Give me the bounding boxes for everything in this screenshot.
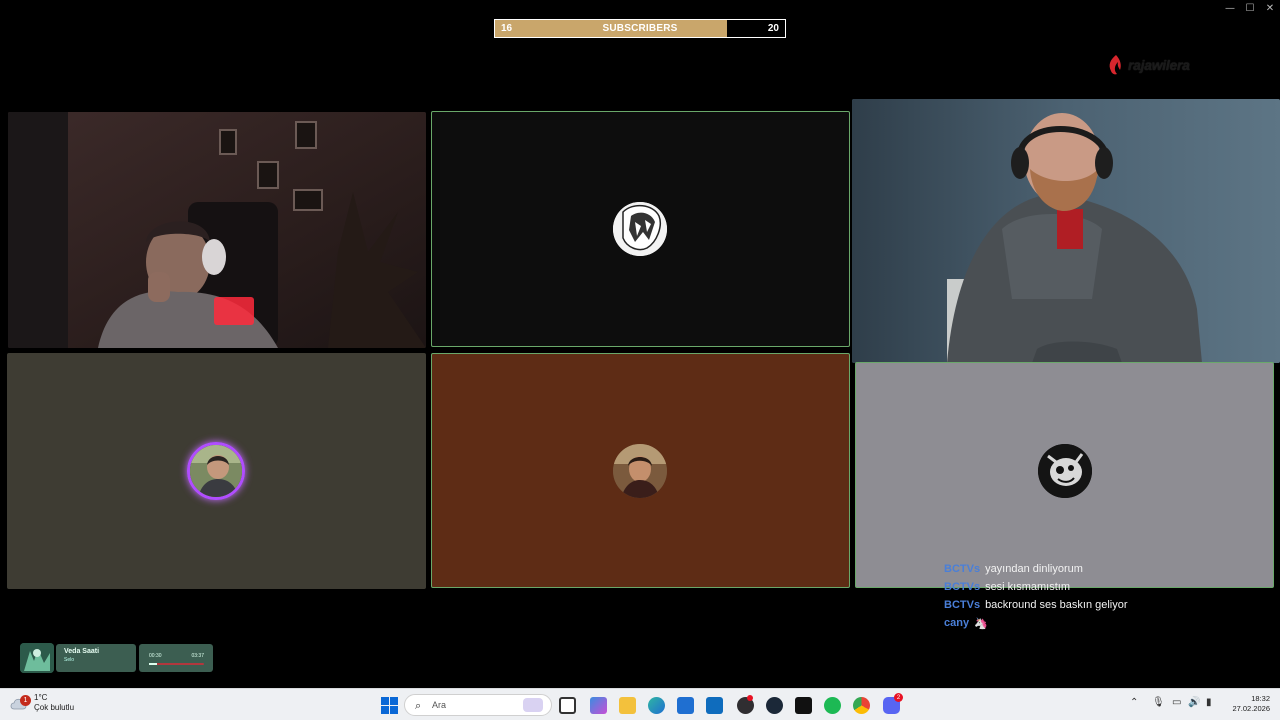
- maximize-button[interactable]: ☐: [1240, 0, 1260, 16]
- track-progress-fill: [149, 663, 157, 665]
- track-duration: 03:37: [191, 653, 204, 659]
- copilot-icon[interactable]: [590, 697, 607, 714]
- track-progress-bar: [149, 663, 204, 665]
- subscriber-goal-target: 20: [767, 23, 779, 34]
- participant-tile-3[interactable]: [852, 99, 1280, 363]
- anime-avatar-icon: [613, 202, 667, 256]
- start-button[interactable]: [381, 697, 398, 714]
- search-placeholder: Ara: [432, 700, 447, 710]
- chat-message: BCTVs backround ses baskın geliyor: [944, 596, 1244, 614]
- spotify-icon[interactable]: [824, 697, 841, 714]
- weather-desc: Çok bulutlu: [34, 703, 75, 712]
- track-title: Veda Saati: [64, 648, 100, 655]
- volume-icon[interactable]: 🔊: [1188, 697, 1200, 708]
- weather-temp: 1°C: [34, 693, 48, 702]
- participant-tile-5[interactable]: [431, 353, 850, 588]
- track-info-card: Veda Saati Selo: [56, 644, 136, 672]
- chat-message: BCTVs sesi kısmamıstım: [944, 578, 1244, 596]
- weather-badge: 1: [20, 695, 31, 706]
- track-progress-card: 00:30 03:37: [139, 644, 213, 672]
- weather-widget[interactable]: 1 1°C Çok bulutlu: [10, 693, 74, 713]
- obs-live-dot: [747, 695, 753, 701]
- taskbar: 1 1°C Çok bulutlu ⌕ Ara 2 ⌃ 🎙 ▭ 🔊 ▮ 18:3…: [0, 688, 1280, 720]
- camera-feed-1: [8, 112, 426, 348]
- network-icon[interactable]: ▭: [1172, 697, 1181, 708]
- chat-username: cany: [944, 617, 970, 629]
- user-avatar-icon: [613, 444, 667, 498]
- steam-icon[interactable]: [766, 697, 783, 714]
- clock-time: 18:32: [1251, 694, 1270, 703]
- chat-message-text: backround ses baskın geliyor: [985, 599, 1128, 611]
- close-button[interactable]: ✕: [1260, 0, 1280, 16]
- outlook-icon[interactable]: [706, 697, 723, 714]
- subscriber-goal-bar: 16 SUBSCRIBERS 20: [494, 19, 786, 38]
- logo-flame-icon: [1109, 55, 1121, 75]
- minimize-button[interactable]: —: [1220, 0, 1240, 16]
- channel-logo: rajawilera: [1106, 52, 1226, 78]
- user-avatar-icon: [190, 445, 242, 497]
- chat-username: BCTVs: [944, 599, 981, 611]
- discord-badge: 2: [894, 693, 903, 702]
- window-controls: — ☐ ✕: [1220, 0, 1280, 16]
- participant-tile-4[interactable]: [7, 353, 426, 589]
- clock[interactable]: 18:32 27.02.2026: [1232, 694, 1270, 714]
- subscriber-goal-label: SUBSCRIBERS: [602, 23, 678, 34]
- chat-message: cany 🦄: [944, 614, 1244, 632]
- chat-message-text: sesi kısmamıstım: [985, 581, 1071, 593]
- camera-feed-3: [852, 99, 1280, 363]
- clock-date: 27.02.2026: [1232, 704, 1270, 713]
- chat-username: BCTVs: [944, 581, 981, 593]
- search-box[interactable]: ⌕ Ara: [404, 694, 552, 716]
- track-artist: Selo: [64, 657, 75, 663]
- task-view-icon[interactable]: [559, 697, 576, 714]
- chat-message-text: yayından dinliyorum: [985, 563, 1083, 575]
- search-icon: ⌕: [415, 699, 422, 712]
- battery-icon[interactable]: ▮: [1206, 697, 1212, 708]
- store-icon[interactable]: [677, 697, 694, 714]
- chat-message-text: 🦄: [974, 617, 988, 630]
- participant-tile-6[interactable]: [855, 362, 1274, 588]
- file-explorer-icon[interactable]: [619, 697, 636, 714]
- chat-username: BCTVs: [944, 563, 981, 575]
- chrome-icon[interactable]: [853, 697, 870, 714]
- edge-icon[interactable]: [648, 697, 665, 714]
- logo-text: rajawilera: [1128, 57, 1190, 73]
- participant-tile-2[interactable]: [431, 111, 850, 347]
- cloud-icon: 1: [10, 695, 31, 710]
- chevron-up-icon[interactable]: ⌃: [1130, 697, 1138, 708]
- participant-tile-1[interactable]: [8, 112, 426, 348]
- track-elapsed: 00:30: [149, 653, 162, 659]
- chat-message: BCTVs yayından dinliyorum: [944, 560, 1244, 578]
- search-highlight-icon: [523, 698, 543, 712]
- microphone-icon[interactable]: 🎙: [1152, 697, 1165, 708]
- now-playing-widget: Veda Saati Selo 00:30 03:37: [20, 642, 213, 674]
- cartoon-avatar-icon: [1038, 444, 1092, 498]
- streamlabs-icon[interactable]: [795, 697, 812, 714]
- chat-overlay: BCTVs yayından dinliyorum BCTVs sesi kısmam…: [944, 560, 1244, 632]
- album-art: [20, 643, 54, 673]
